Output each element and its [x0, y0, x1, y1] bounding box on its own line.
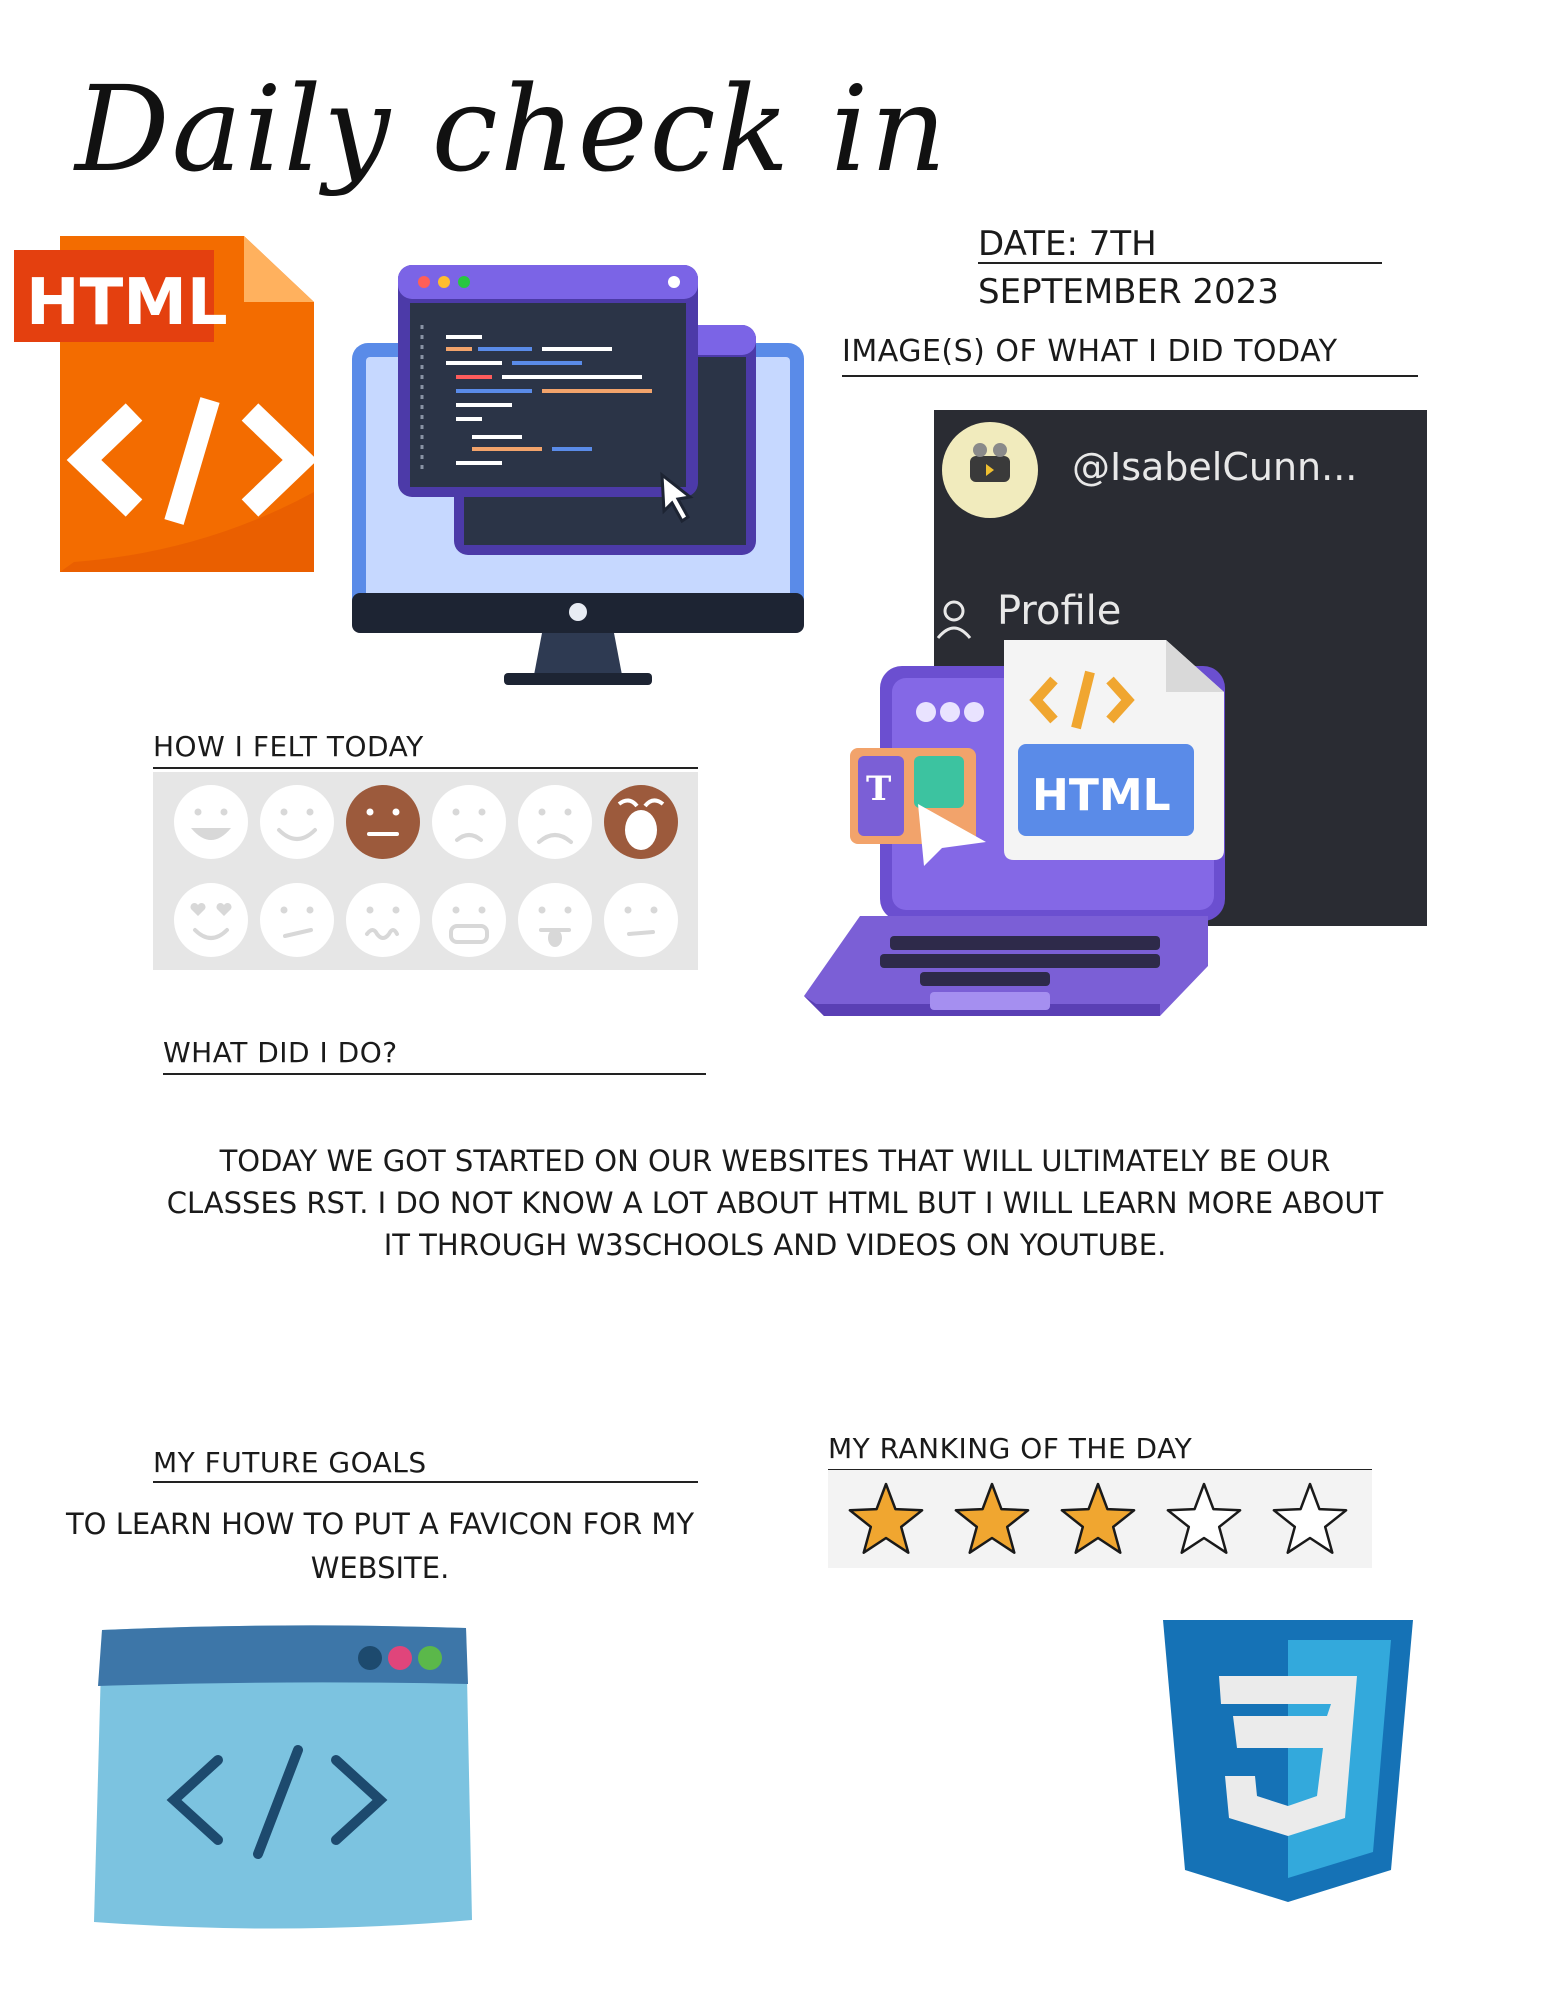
star-filled-icon[interactable] [1060, 1482, 1136, 1554]
laptop-html-text: HTML [1032, 770, 1171, 821]
mood-heart-eyes-icon[interactable] [174, 883, 248, 957]
ranking-label: MY RANKING OF THE DAY [828, 1432, 1193, 1465]
html-badge-text: HTML [26, 266, 228, 340]
did-rule [163, 1073, 706, 1075]
star-rating [828, 1470, 1372, 1568]
felt-label: HOW I FELT TODAY [153, 730, 424, 763]
did-label: WHAT DID I DO? [163, 1036, 398, 1069]
star-filled-icon[interactable] [954, 1482, 1030, 1554]
mood-angry-icon[interactable] [432, 883, 506, 957]
page-title: Daily check in [75, 60, 949, 198]
goals-text: TO LEARN HOW TO PUT A FAVICON FOR MY WEB… [65, 1507, 695, 1585]
felt-rule [153, 767, 698, 769]
mood-unamused-icon[interactable] [604, 883, 678, 957]
goals-rule [153, 1481, 698, 1483]
html-laptop-icon: HTML T [804, 640, 1225, 1016]
avatar-icon [942, 422, 1038, 518]
mood-skeptical-icon[interactable] [260, 883, 334, 957]
rating-stars [848, 1482, 1348, 1554]
images-label: IMAGE(S) OF WHAT I DID TODAY [842, 334, 1338, 369]
star-filled-icon[interactable] [848, 1482, 924, 1554]
mood-sad-icon[interactable] [518, 785, 592, 859]
laptop-t-text: T [866, 769, 891, 809]
account-handle: @IsabelCunn... [1072, 445, 1358, 489]
mood-worried-icon[interactable] [432, 785, 506, 859]
html-file-icon: HTML [14, 236, 314, 572]
star-empty-icon[interactable] [1272, 1482, 1348, 1554]
did-text: TODAY WE GOT STARTED ON OUR WEBSITES THA… [166, 1144, 1384, 1262]
code-monitor-icon [352, 265, 804, 685]
mood-smile-icon[interactable] [260, 785, 334, 859]
mood-grid [153, 772, 698, 970]
goals-label: MY FUTURE GOALS [153, 1446, 427, 1479]
date-rule [978, 262, 1382, 264]
mood-neutral-icon[interactable] [346, 785, 420, 859]
mood-woozy-icon[interactable] [346, 883, 420, 957]
user-icon [936, 600, 972, 639]
date-line-1: DATE: 7TH [978, 224, 1157, 264]
code-browser-icon [94, 1625, 472, 1929]
mood-grin-icon[interactable] [174, 785, 248, 859]
css3-shield-icon [1163, 1620, 1413, 1902]
date-line-2: SEPTEMBER 2023 [978, 272, 1279, 312]
star-empty-icon[interactable] [1166, 1482, 1242, 1554]
images-rule [842, 375, 1418, 377]
mood-tongue-out-icon[interactable] [518, 883, 592, 957]
profile-menu-item: Profile [997, 588, 1122, 634]
mood-faces [174, 785, 678, 957]
mood-crying-icon[interactable] [604, 785, 678, 859]
